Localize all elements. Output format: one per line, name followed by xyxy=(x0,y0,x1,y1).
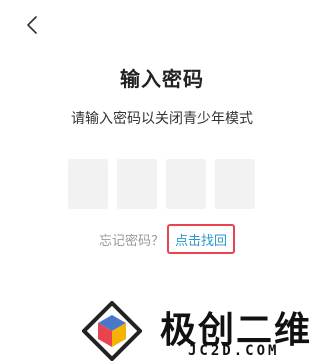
password-code-inputs xyxy=(68,159,255,209)
page-subtitle: 请输入密码以关闭青少年模式 xyxy=(71,111,253,127)
back-button[interactable] xyxy=(20,12,44,38)
retrieve-password-link[interactable]: 点击找回 xyxy=(167,224,236,254)
code-digit-1[interactable] xyxy=(68,159,108,209)
watermark-domain: JC2D.COM xyxy=(188,343,280,359)
code-digit-3[interactable] xyxy=(166,159,206,209)
page-title: 输入密码 xyxy=(120,67,204,91)
chevron-left-icon xyxy=(27,16,37,34)
forgot-password-label: 忘记密码？ xyxy=(99,233,165,249)
code-digit-4[interactable] xyxy=(215,159,255,209)
forgot-password-row: 忘记密码？ 点击找回 xyxy=(99,224,236,254)
code-digit-2[interactable] xyxy=(117,159,157,209)
watermark: 极创二维 JC2D.COM xyxy=(78,295,324,364)
jc2d-logo-icon xyxy=(82,301,142,361)
